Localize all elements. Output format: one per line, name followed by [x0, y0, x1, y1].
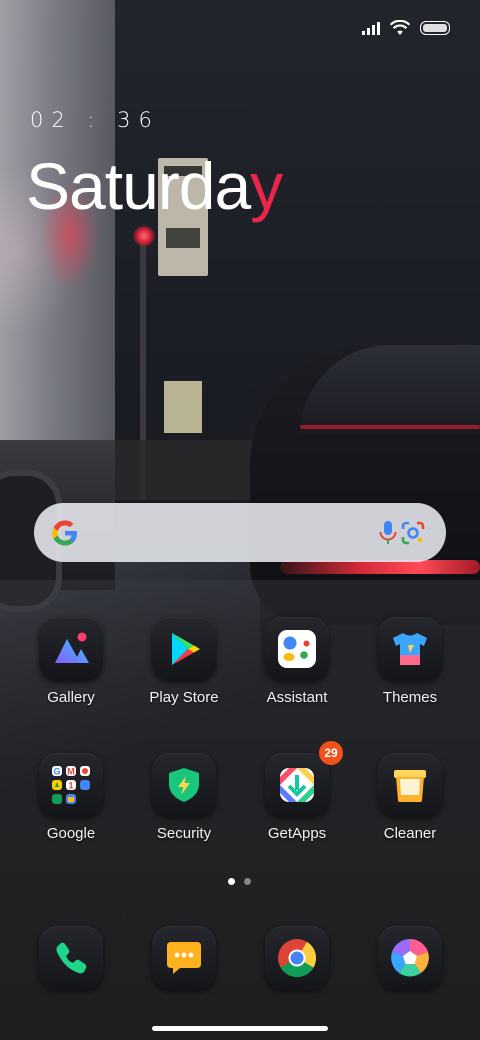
messages-icon [167, 942, 201, 974]
app-gallery[interactable]: Gallery [15, 617, 127, 727]
page-dot-active[interactable] [228, 878, 235, 885]
status-bar [362, 16, 450, 40]
svg-text:G: G [53, 767, 60, 777]
gallery-icon [55, 632, 89, 663]
app-assistant[interactable]: Assistant [241, 617, 353, 727]
dock-chrome[interactable] [241, 926, 353, 996]
app-label: GetApps [267, 825, 327, 842]
security-icon [169, 768, 199, 802]
getapps-icon [280, 768, 314, 802]
google-folder-icon: G M 1 [52, 766, 90, 804]
play-store-icon [172, 633, 200, 665]
svg-text:1: 1 [68, 781, 73, 791]
app-play-store[interactable]: Play Store [128, 617, 240, 727]
app-getapps[interactable]: 29 GetApps [241, 741, 353, 863]
app-themes[interactable]: Themes [354, 617, 466, 727]
mic-icon[interactable] [376, 520, 400, 546]
app-label: Themes [382, 689, 438, 706]
dock-camera[interactable] [354, 926, 466, 996]
svg-text:M: M [67, 767, 75, 777]
camera-icon [391, 939, 429, 977]
clock-time[interactable]: 02 : 36 [30, 108, 160, 132]
app-label: Play Store [149, 689, 219, 706]
page-dot[interactable] [244, 878, 251, 885]
cleaner-icon [394, 770, 426, 802]
wifi-icon [390, 20, 410, 35]
app-cleaner[interactable]: Cleaner [354, 753, 466, 863]
app-label: Security [156, 825, 212, 842]
page-indicator[interactable] [228, 878, 251, 885]
assistant-icon [278, 630, 316, 668]
themes-icon [393, 633, 427, 665]
app-label: Cleaner [383, 825, 437, 842]
lens-icon[interactable] [400, 520, 426, 546]
dock-messages[interactable] [128, 926, 240, 996]
google-search-bar[interactable] [34, 503, 446, 562]
google-g-icon [52, 520, 77, 546]
gesture-home-bar[interactable] [152, 1026, 328, 1031]
app-label: Assistant [266, 689, 328, 706]
battery-icon [420, 21, 450, 35]
app-label: Google [46, 825, 96, 842]
app-google-folder[interactable]: G M 1 Google [15, 753, 127, 863]
chrome-icon [278, 939, 317, 978]
day-text: Saturda [26, 149, 251, 223]
clock-day[interactable]: Saturday [26, 148, 283, 224]
day-accent-letter: y [250, 149, 283, 223]
app-security[interactable]: Security [128, 753, 240, 863]
dock-phone[interactable] [15, 926, 127, 996]
phone-icon [56, 942, 87, 974]
notification-badge: 29 [319, 741, 343, 765]
signal-icon [362, 21, 380, 35]
app-label: Gallery [47, 689, 95, 706]
